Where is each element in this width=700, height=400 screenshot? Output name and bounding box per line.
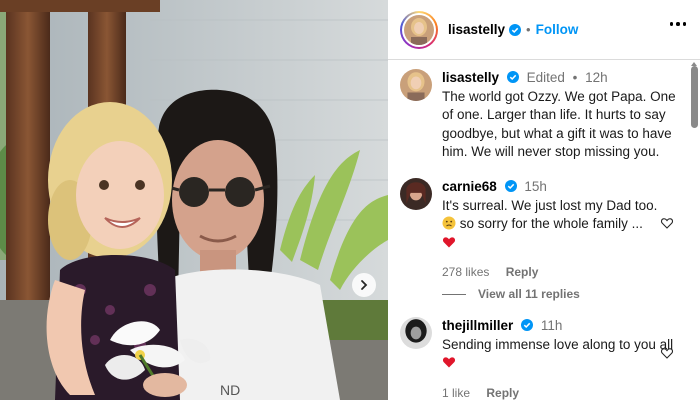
comment: carnie68 15h It's surreal. We just lost … (400, 178, 682, 282)
comment-likes[interactable]: 278 likes (442, 265, 489, 279)
post-photo: ND (0, 0, 388, 400)
follow-button[interactable]: Follow (536, 22, 579, 37)
view-replies-button[interactable]: View all 11 replies (442, 287, 580, 301)
comment-likes[interactable]: 1 like (442, 386, 470, 400)
avatar-image (400, 178, 432, 210)
svg-text:ND: ND (220, 382, 240, 398)
reply-button[interactable]: Reply (486, 386, 519, 400)
next-arrow-icon (361, 280, 368, 290)
comment-time[interactable]: 15h (524, 179, 547, 194)
header-separator: • (526, 22, 531, 37)
author-username[interactable]: lisastelly (448, 22, 505, 37)
post-sidebar: lisastelly • Follow lisastelly Edited • … (388, 0, 700, 400)
commenter-avatar[interactable] (400, 317, 432, 349)
caption-separator: • (572, 70, 578, 85)
heart-icon[interactable] (660, 346, 674, 360)
avatar-image (400, 317, 432, 349)
comment-username[interactable]: carnie68 (442, 179, 497, 194)
replies-divider (442, 293, 466, 295)
author-avatar[interactable] (400, 10, 438, 49)
next-photo-button[interactable] (352, 273, 376, 297)
reply-button[interactable]: Reply (506, 265, 539, 279)
photo-image: ND (0, 0, 388, 400)
post-header: lisastelly • Follow (388, 0, 700, 60)
avatar-image (404, 14, 434, 45)
edited-label: Edited (526, 70, 565, 85)
caption-avatar[interactable] (400, 69, 432, 101)
caption-time[interactable]: 12h (585, 70, 608, 85)
avatar-image (400, 69, 432, 101)
verified-badge-icon (509, 23, 522, 36)
comments-scroll-area[interactable]: lisastelly Edited • 12h The world got Oz… (388, 61, 700, 400)
commenter-avatar[interactable] (400, 178, 432, 210)
caption: lisastelly Edited • 12h The world got Oz… (400, 69, 682, 162)
comment-text-line2: so sorry for the whole family ... (459, 216, 643, 231)
comment-username[interactable]: thejillmiller (442, 318, 513, 333)
sad-face-emoji (442, 216, 456, 230)
verified-badge-icon (506, 71, 519, 83)
caption-text: The world got Ozzy. We got Papa. One of … (442, 88, 676, 160)
comment-text: Sending immense love along to you all (442, 336, 674, 352)
red-heart-emoji (442, 357, 456, 368)
comment-time[interactable]: 11h (541, 318, 563, 333)
comment: thejillmiller 11h Sending immense love a… (400, 317, 682, 400)
scrollbar-thumb[interactable] (691, 66, 698, 128)
view-replies-label: View all 11 replies (478, 287, 580, 301)
caption-username[interactable]: lisastelly (442, 70, 499, 85)
red-heart-emoji (442, 236, 456, 247)
verified-badge-icon (504, 180, 517, 192)
heart-icon[interactable] (660, 216, 674, 230)
verified-badge-icon (521, 319, 534, 331)
comment-text-line1: It's surreal. We just lost my Dad too. (442, 197, 658, 213)
more-options-icon[interactable] (669, 22, 686, 26)
